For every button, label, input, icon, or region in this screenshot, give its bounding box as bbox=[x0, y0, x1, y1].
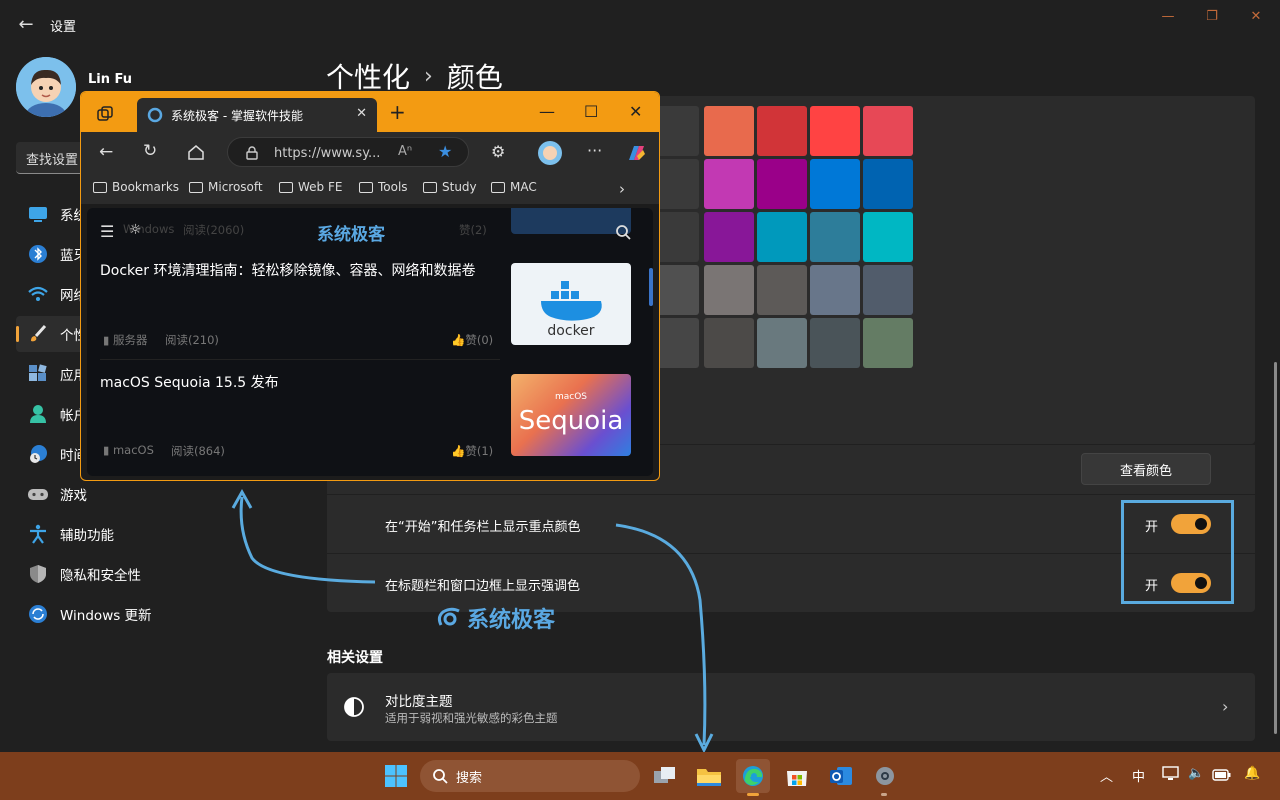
article-category: ▮ macOS bbox=[103, 443, 154, 457]
folder-icon bbox=[359, 181, 373, 193]
divider bbox=[100, 359, 500, 360]
partial-row-likes: 赞(2) bbox=[459, 223, 487, 237]
menu-icon[interactable]: ☰ bbox=[100, 222, 114, 241]
outlook-icon[interactable] bbox=[826, 762, 856, 790]
annotation-arrow-down bbox=[615, 523, 707, 746]
edge-tab-title: 系统极客 - 掌握软件技能 bbox=[171, 108, 303, 123]
web-content: Windows 阅读(2060) 赞(2) ☰ ☼ 系统极客 Docker 环境… bbox=[87, 208, 653, 476]
edge-toolbar: ← ↻ https://www.sy... A͏ⁿ ★ ⚙ ··· bbox=[81, 132, 659, 174]
refresh-icon[interactable]: ↻ bbox=[143, 141, 157, 161]
notification-bell-icon[interactable]: 🔔 bbox=[1244, 766, 1260, 781]
article-thumbnail[interactable]: macOS Sequoia bbox=[511, 374, 631, 456]
article-title[interactable]: Docker 环境清理指南：轻松移除镜像、容器、网络和数据卷 bbox=[100, 260, 492, 282]
site-logo[interactable]: 系统极客 bbox=[317, 220, 385, 245]
bookmark-label: Bookmarks bbox=[112, 180, 180, 194]
volume-icon[interactable]: 🔈 bbox=[1188, 766, 1204, 781]
article-views: 阅读(210) bbox=[165, 333, 219, 347]
start-windows-icon[interactable] bbox=[384, 764, 408, 788]
article-title[interactable]: macOS Sequoia 15.5 发布 bbox=[100, 372, 492, 394]
read-aloud-icon[interactable]: A͏ⁿ bbox=[398, 144, 412, 159]
taskbar bbox=[0, 752, 1280, 800]
theme-sun-icon[interactable]: ☼ bbox=[129, 222, 142, 238]
bookmark-label: MAC bbox=[510, 180, 537, 194]
bookmark-folder[interactable]: Microsoft bbox=[189, 180, 263, 194]
bookmarks-bar: Bookmarks Microsoft Web FE Tools Study MAC › bbox=[81, 174, 659, 204]
store-icon[interactable] bbox=[782, 762, 812, 790]
taskbar-search-box[interactable]: 搜索 bbox=[420, 760, 640, 792]
edge-tab-bar: 系统极客 - 掌握软件技能 ✕ + — ☐ ✕ bbox=[81, 92, 659, 132]
taskbar-search-label: 搜索 bbox=[456, 770, 483, 786]
bookmark-folder[interactable]: Web FE bbox=[279, 180, 342, 194]
home-icon[interactable] bbox=[187, 144, 205, 161]
bookmark-label: Microsoft bbox=[208, 180, 263, 194]
edge-close-icon[interactable]: ✕ bbox=[629, 102, 642, 121]
bookmark-folder[interactable]: Bookmarks bbox=[93, 180, 179, 194]
new-tab-button[interactable]: + bbox=[389, 100, 406, 124]
running-app-indicator bbox=[881, 793, 887, 796]
article-likes-text: 赞(0) bbox=[465, 333, 494, 347]
active-app-indicator bbox=[747, 793, 759, 796]
partial-row-views: 阅读(2060) bbox=[183, 223, 245, 237]
edge-tab-active[interactable]: 系统极客 - 掌握软件技能 ✕ bbox=[137, 98, 377, 132]
article-views: 阅读(864) bbox=[171, 444, 225, 458]
search-icon bbox=[433, 769, 448, 784]
bookmark-folder[interactable]: Tools bbox=[359, 180, 408, 194]
tray-overflow-icon[interactable]: ︿ bbox=[1100, 766, 1113, 785]
site-favicon-icon bbox=[147, 107, 163, 123]
article-thumbnail[interactable]: docker bbox=[511, 263, 631, 345]
article-category-text: 服务器 bbox=[112, 333, 148, 347]
annotation-arrow-left bbox=[239, 496, 376, 584]
bookmark-folder[interactable]: Study bbox=[423, 180, 477, 194]
site-search-icon[interactable] bbox=[615, 224, 631, 240]
more-menu-icon[interactable]: ··· bbox=[587, 141, 602, 160]
ime-indicator[interactable]: 中 bbox=[1132, 766, 1145, 785]
browser-back-icon[interactable]: ← bbox=[99, 142, 113, 162]
thumb-text: Sequoia bbox=[518, 406, 624, 436]
extensions-icon[interactable]: ⚙ bbox=[491, 142, 505, 161]
copilot-icon[interactable] bbox=[625, 142, 647, 164]
tab-actions-icon[interactable] bbox=[97, 106, 115, 122]
thumb-text: docker bbox=[547, 323, 594, 339]
bookmark-folder[interactable]: MAC bbox=[491, 180, 537, 194]
bookmark-label: Web FE bbox=[298, 180, 343, 194]
folder-icon bbox=[189, 181, 203, 193]
folder-icon bbox=[279, 181, 293, 193]
docker-whale-icon: docker bbox=[541, 281, 602, 339]
web-scrollbar[interactable] bbox=[649, 268, 653, 306]
address-url: https://www.sy... bbox=[274, 146, 381, 161]
bookmark-label: Study bbox=[442, 180, 477, 194]
article-likes[interactable]: 👍赞(0) bbox=[451, 332, 493, 348]
tab-close-icon[interactable]: ✕ bbox=[356, 106, 367, 121]
favorite-star-icon[interactable]: ★ bbox=[438, 142, 452, 161]
edge-maximize-icon[interactable]: ☐ bbox=[584, 102, 598, 121]
profile-avatar-icon[interactable] bbox=[537, 140, 563, 166]
article-category-text: macOS bbox=[112, 443, 154, 457]
settings-icon[interactable] bbox=[870, 762, 900, 790]
folder-icon bbox=[491, 181, 505, 193]
folder-icon bbox=[93, 181, 107, 193]
folder-icon bbox=[423, 181, 437, 193]
file-explorer-icon[interactable] bbox=[694, 762, 724, 790]
task-view-icon[interactable] bbox=[650, 762, 680, 790]
battery-icon[interactable] bbox=[1212, 768, 1232, 782]
edge-minimize-icon[interactable]: — bbox=[539, 102, 555, 121]
thumb-small-text: macOS bbox=[554, 392, 588, 402]
article-likes[interactable]: 👍赞(1) bbox=[451, 443, 493, 459]
article-category: ▮ 服务器 bbox=[103, 333, 148, 347]
partial-row-thumbnail bbox=[511, 208, 631, 234]
bookmarks-overflow-icon[interactable]: › bbox=[619, 180, 625, 198]
edge-browser-window: 系统极客 - 掌握软件技能 ✕ + — ☐ ✕ ← ↻ https://www.… bbox=[80, 91, 660, 481]
network-status-icon[interactable] bbox=[1162, 766, 1180, 782]
article-likes-text: 赞(1) bbox=[465, 444, 494, 458]
bookmark-label: Tools bbox=[378, 180, 408, 194]
edge-icon[interactable] bbox=[736, 759, 770, 793]
lock-icon bbox=[246, 146, 258, 160]
address-bar[interactable]: https://www.sy... A͏ⁿ ★ bbox=[227, 137, 469, 167]
